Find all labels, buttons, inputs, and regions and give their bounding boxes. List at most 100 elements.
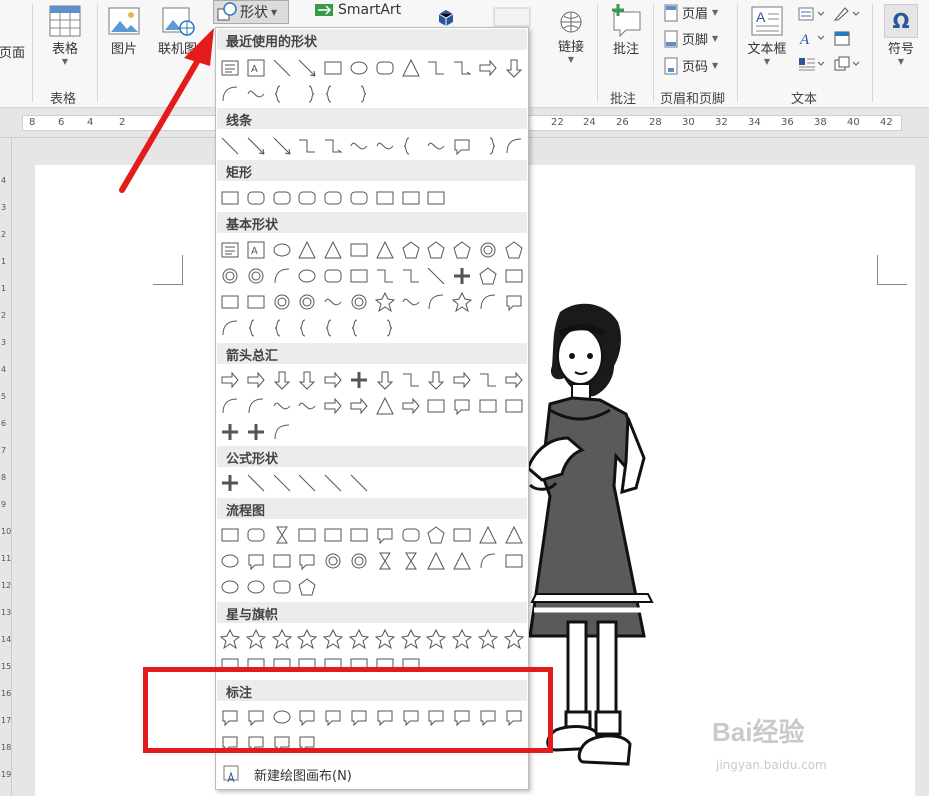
basic-shape[interactable] (374, 291, 396, 313)
line-shape[interactable] (425, 135, 447, 157)
recent-shape[interactable] (348, 83, 370, 105)
basic-shape[interactable] (245, 317, 267, 339)
recent-shape[interactable] (477, 57, 499, 79)
flowchart-shape[interactable] (322, 550, 344, 572)
flowchart-shape[interactable] (271, 524, 293, 546)
shapes-button[interactable]: 形状 ▼ (213, 0, 289, 24)
recent-shape[interactable] (322, 57, 344, 79)
basic-shape[interactable] (296, 317, 318, 339)
basic-shape[interactable] (425, 265, 447, 287)
star-shape[interactable] (348, 628, 370, 650)
comment-button[interactable]: 批注 (604, 2, 648, 57)
flowchart-shape[interactable] (348, 524, 370, 546)
basic-shape[interactable] (503, 291, 525, 313)
symbol-button[interactable]: Ω 符号 ▼ (880, 4, 922, 66)
page-button[interactable]: 页面 (0, 42, 30, 61)
recent-shape[interactable] (451, 57, 473, 79)
date-icon[interactable] (833, 30, 853, 50)
star-shape[interactable] (245, 628, 267, 650)
arrow-shape[interactable] (503, 395, 525, 417)
basic-shape[interactable] (296, 291, 318, 313)
table-button[interactable]: 表格 ▼ (44, 4, 86, 66)
basic-shape[interactable] (451, 291, 473, 313)
recent-shape[interactable] (296, 57, 318, 79)
line-shape[interactable] (245, 135, 267, 157)
line-shape[interactable] (271, 135, 293, 157)
recent-shape[interactable] (348, 57, 370, 79)
recent-shape[interactable] (503, 57, 525, 79)
flowchart-shape[interactable] (219, 576, 241, 598)
basic-shape[interactable] (451, 239, 473, 261)
basic-shape[interactable] (425, 239, 447, 261)
arrow-shape[interactable] (374, 395, 396, 417)
flowchart-shape[interactable] (374, 550, 396, 572)
flowchart-shape[interactable] (400, 550, 422, 572)
arrow-shape[interactable] (348, 369, 370, 391)
star-shape[interactable] (477, 628, 499, 650)
link-button[interactable]: 链接 ▼ (551, 8, 591, 64)
arrow-shape[interactable] (425, 369, 447, 391)
arrow-shape[interactable] (245, 369, 267, 391)
star-shape[interactable] (400, 628, 422, 650)
basic-shape[interactable] (219, 239, 241, 261)
star-shape[interactable] (322, 628, 344, 650)
flowchart-shape[interactable] (219, 550, 241, 572)
arrow-shape[interactable] (271, 421, 293, 443)
flowchart-shape[interactable] (503, 524, 525, 546)
flowchart-shape[interactable] (477, 550, 499, 572)
arrow-shape[interactable] (451, 395, 473, 417)
line-shape[interactable] (503, 135, 525, 157)
arrow-shape[interactable] (322, 369, 344, 391)
recent-shape[interactable] (400, 57, 422, 79)
basic-shape[interactable] (374, 265, 396, 287)
arrow-shape[interactable] (219, 395, 241, 417)
recent-shape[interactable]: A (245, 57, 267, 79)
arrow-shape[interactable] (219, 369, 241, 391)
picture-button[interactable]: 图片 (104, 4, 144, 57)
basic-shape[interactable] (296, 265, 318, 287)
flowchart-shape[interactable] (219, 524, 241, 546)
recent-shape[interactable] (219, 83, 241, 105)
equation-shape[interactable] (322, 472, 344, 494)
recent-shape[interactable] (374, 57, 396, 79)
arrow-shape[interactable] (451, 369, 473, 391)
footer-button[interactable]: 页脚 ▼ (664, 29, 718, 48)
flowchart-shape[interactable] (322, 524, 344, 546)
wordart-icon[interactable]: A (798, 30, 828, 50)
arrow-shape[interactable] (271, 395, 293, 417)
recent-shape[interactable] (271, 57, 293, 79)
basic-shape[interactable] (400, 265, 422, 287)
flowchart-shape[interactable] (425, 550, 447, 572)
flowchart-shape[interactable] (245, 576, 267, 598)
new-canvas-item[interactable]: 新建绘图画布(N) (222, 764, 352, 784)
basic-shape[interactable] (451, 265, 473, 287)
basic-shape[interactable] (477, 265, 499, 287)
basic-shape[interactable] (477, 291, 499, 313)
flowchart-shape[interactable] (271, 576, 293, 598)
basic-shape[interactable] (271, 317, 293, 339)
flowchart-shape[interactable] (374, 524, 396, 546)
rect-shape[interactable] (322, 187, 344, 209)
star-shape[interactable] (374, 628, 396, 650)
basic-shape[interactable] (425, 291, 447, 313)
arrow-shape[interactable] (322, 395, 344, 417)
basic-shape[interactable] (374, 317, 396, 339)
equation-shape[interactable] (271, 472, 293, 494)
arrow-shape[interactable] (374, 369, 396, 391)
page-number-button[interactable]: 页码 ▼ (664, 56, 718, 75)
flowchart-shape[interactable] (503, 550, 525, 572)
rect-shape[interactable] (348, 187, 370, 209)
flowchart-shape[interactable] (348, 550, 370, 572)
smartart-button[interactable]: SmartArt (314, 2, 401, 18)
recent-shape[interactable] (322, 83, 344, 105)
flowchart-shape[interactable] (296, 576, 318, 598)
basic-shape[interactable] (271, 265, 293, 287)
basic-shape[interactable] (348, 317, 370, 339)
basic-shape[interactable] (271, 239, 293, 261)
rect-shape[interactable] (400, 187, 422, 209)
recent-shape[interactable] (296, 83, 318, 105)
arrow-shape[interactable] (503, 369, 525, 391)
star-shape[interactable] (296, 628, 318, 650)
basic-shape[interactable] (503, 239, 525, 261)
basic-shape[interactable] (322, 291, 344, 313)
